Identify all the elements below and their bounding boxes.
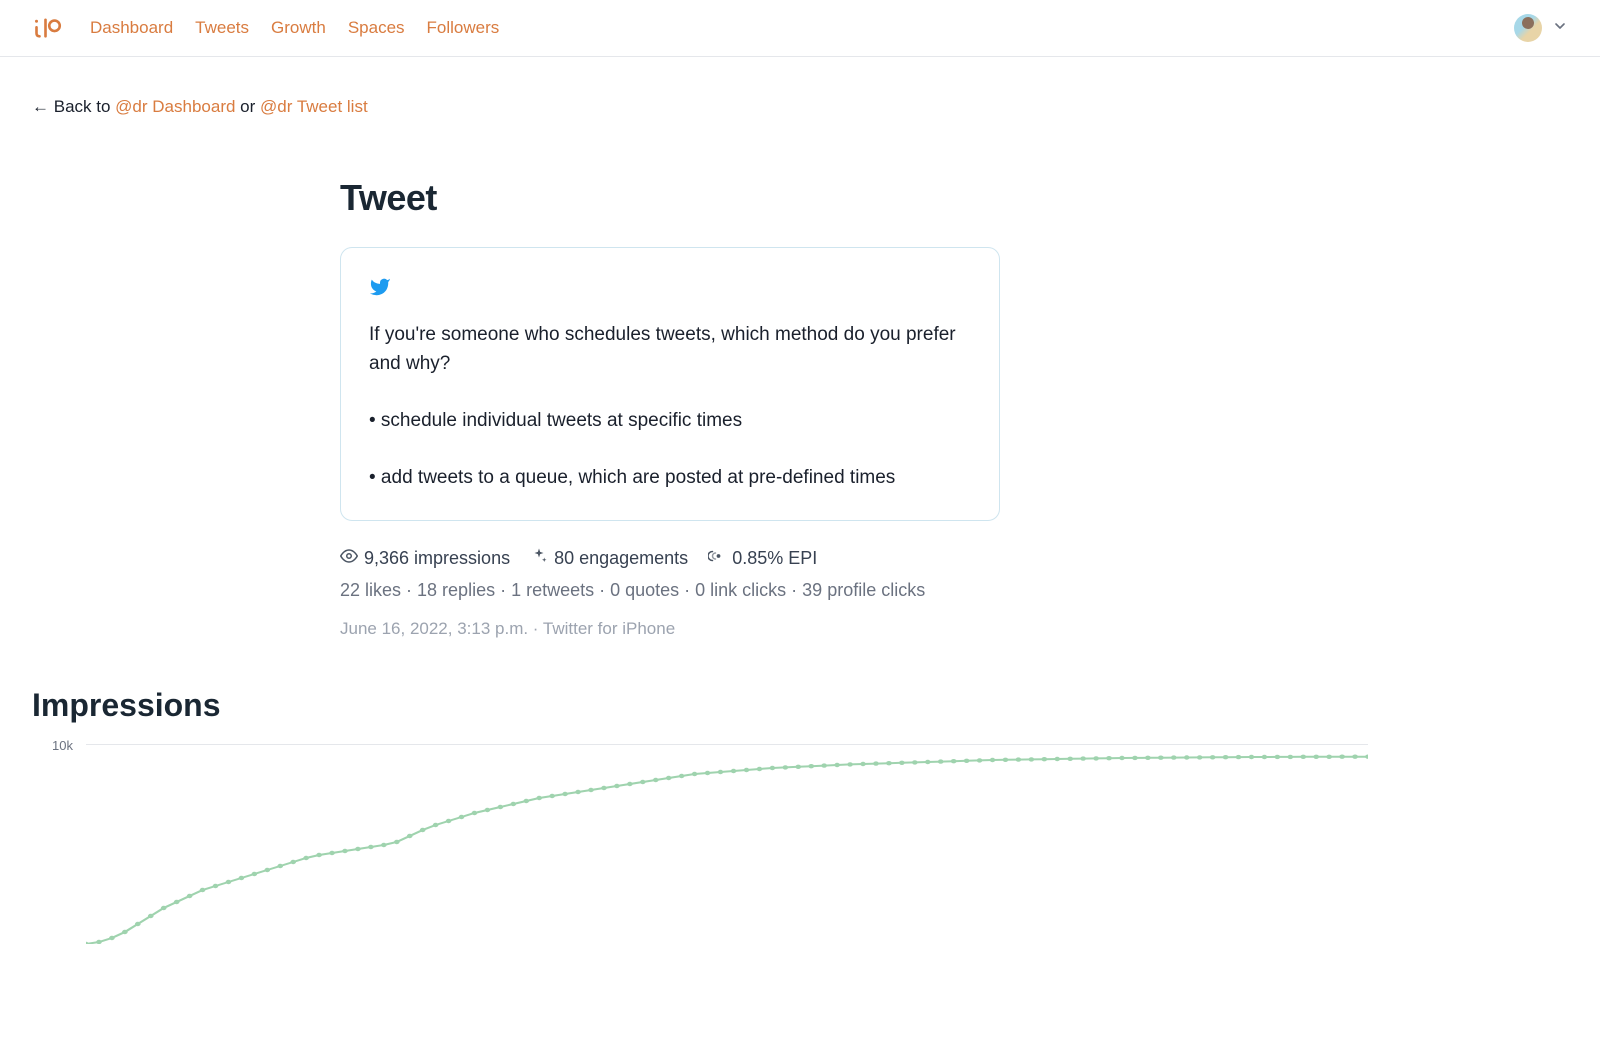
chevron-down-icon[interactable]	[1552, 18, 1568, 39]
impressions-title: Impressions	[32, 687, 1368, 724]
stats-secondary: 22 likes · 18 replies · 1 retweets · 0 q…	[340, 576, 1000, 605]
impressions-value: 9,366 impressions	[364, 548, 510, 569]
sparkle-icon	[530, 547, 548, 570]
nav-dashboard[interactable]: Dashboard	[90, 18, 173, 38]
epi-value: 0.85% EPI	[732, 548, 817, 569]
nav-followers[interactable]: Followers	[427, 18, 500, 38]
main-nav: Dashboard Tweets Growth Spaces Followers	[90, 18, 1514, 38]
nav-tweets[interactable]: Tweets	[195, 18, 249, 38]
nav-spaces[interactable]: Spaces	[348, 18, 405, 38]
engagements-value: 80 engagements	[554, 548, 688, 569]
or-label: or	[240, 97, 255, 116]
tweet-stats: 9,366 impressions 80 engagements 0.85% E…	[340, 547, 1000, 639]
tweet-text: If you're someone who schedules tweets, …	[369, 321, 971, 492]
impressions-chart: 10k	[32, 744, 1368, 944]
stats-primary: 9,366 impressions 80 engagements 0.85% E…	[340, 547, 1000, 570]
avatar[interactable]	[1514, 14, 1542, 42]
logo[interactable]	[32, 15, 62, 41]
breadcrumb: ← Back to @dr Dashboard or @dr Tweet lis…	[32, 97, 1368, 117]
tweet-timestamp: June 16, 2022, 3:13 p.m. · Twitter for i…	[340, 619, 1000, 639]
back-tweet-list-link[interactable]: @dr Tweet list	[260, 97, 368, 116]
chart-svg	[86, 744, 1368, 944]
stat-impressions: 9,366 impressions	[340, 547, 510, 570]
header-right	[1514, 14, 1568, 42]
header: Dashboard Tweets Growth Spaces Followers	[0, 0, 1600, 57]
stat-engagements: 80 engagements	[530, 547, 688, 570]
back-to-label: Back to	[54, 97, 111, 116]
back-arrow: ←	[32, 97, 49, 116]
back-dashboard-link[interactable]: @dr Dashboard	[115, 97, 235, 116]
twitter-icon[interactable]	[369, 276, 971, 303]
stat-epi: 0.85% EPI	[708, 547, 817, 570]
chart-plot	[86, 744, 1368, 944]
y-axis-tick: 10k	[52, 738, 73, 753]
nav-growth[interactable]: Growth	[271, 18, 326, 38]
eye-icon	[340, 547, 358, 570]
signal-icon	[708, 547, 726, 570]
gridline	[86, 744, 1368, 745]
tweet-card: If you're someone who schedules tweets, …	[340, 247, 1000, 521]
page-title: Tweet	[340, 177, 1000, 219]
